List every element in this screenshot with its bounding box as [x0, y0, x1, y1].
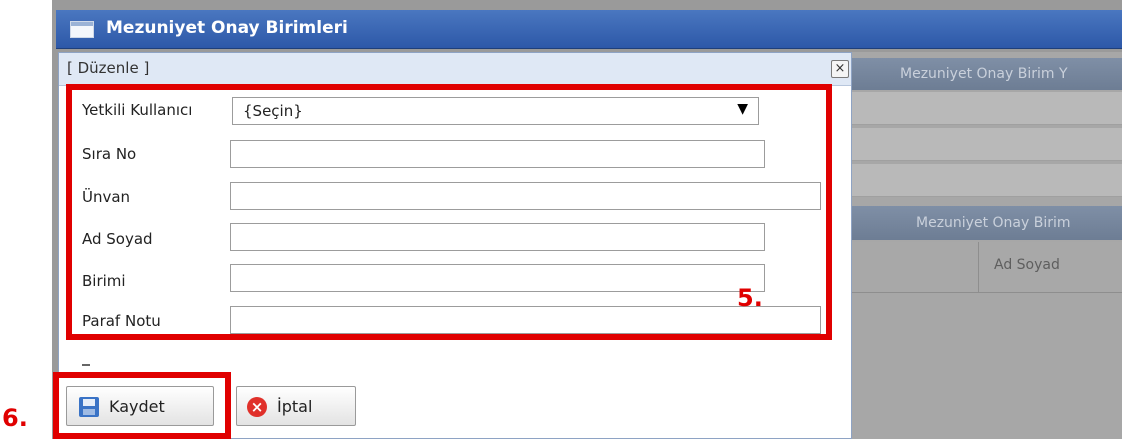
window-icon [70, 21, 94, 38]
dialog-header: [ Düzenle ] × [59, 53, 851, 86]
annotation-label-5: 5. [737, 284, 763, 312]
background-row [852, 128, 1122, 161]
annotation-box-6 [53, 372, 231, 439]
dialog-title: [ Düzenle ] [67, 59, 150, 77]
cancel-button-label: İptal [277, 397, 313, 416]
background-row [852, 164, 1122, 197]
background-row [852, 92, 1122, 125]
column-divider [978, 242, 979, 292]
annotation-label-6: 6. [2, 404, 28, 432]
divider [82, 364, 90, 366]
background-grid-header: Mezuniyet Onay Birim Y [852, 58, 1122, 90]
column-label-ad-soyad: Ad Soyad [994, 257, 1060, 273]
close-button[interactable]: × [831, 60, 849, 78]
cancel-button[interactable]: × İptal [236, 386, 356, 426]
window-title-bar: Mezuniyet Onay Birimleri [56, 10, 1122, 49]
cancel-icon: × [247, 397, 267, 417]
window-title: Mezuniyet Onay Birimleri [106, 18, 348, 38]
annotation-box-5 [66, 84, 832, 340]
background-list-header: Mezuniyet Onay Birim [852, 206, 1122, 240]
background-column-header: Ad Soyad [852, 242, 1122, 293]
